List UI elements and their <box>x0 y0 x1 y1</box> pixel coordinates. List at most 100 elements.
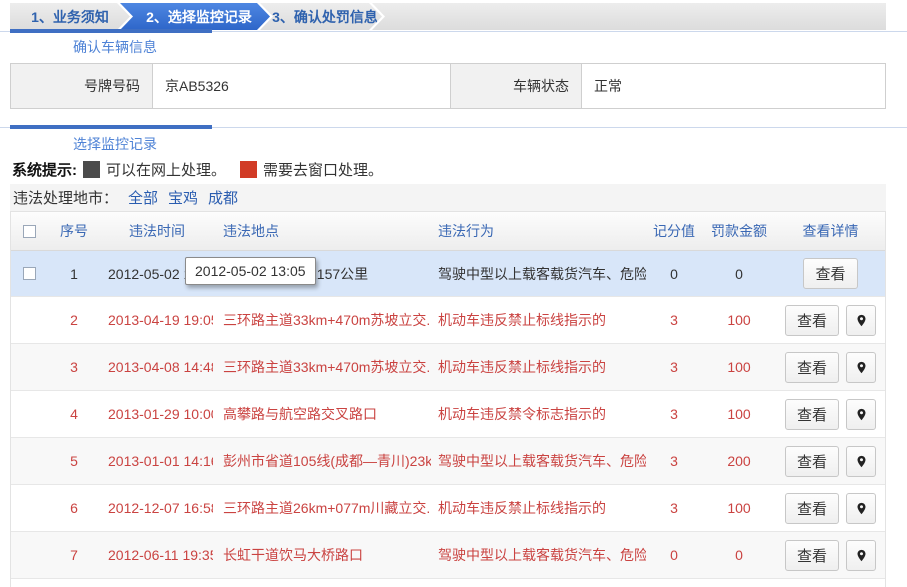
location-pin-button[interactable] <box>846 493 876 524</box>
step-strip-filler <box>372 3 886 30</box>
header-violation-behavior: 违法行为 <box>431 221 646 241</box>
row-violation-time: 2013-01-29 10:00 <box>101 406 213 422</box>
header-serial: 序号 <box>47 221 101 241</box>
row-violation-behavior: 机动车违反禁止标线指示的 <box>431 310 646 330</box>
view-button[interactable]: 查看 <box>785 540 839 571</box>
location-pin-icon <box>855 359 868 376</box>
header-violation-location: 违法地点 <box>213 221 431 241</box>
row-violation-location: 高攀路与航空路交叉路口 <box>213 404 431 424</box>
row-actions-cell: 查看 <box>776 399 885 430</box>
row-points: 3 <box>646 359 702 375</box>
legend-online: 可以在网上处理。 <box>83 159 226 180</box>
row-fine-amount: 100 <box>702 406 776 422</box>
row-actions-cell: 查看 <box>776 305 885 336</box>
row-violation-behavior: 机动车违反禁令标志指示的 <box>431 404 646 424</box>
location-pin-icon <box>855 406 868 423</box>
view-button[interactable]: 查看 <box>803 258 857 289</box>
location-pin-button[interactable] <box>846 352 876 383</box>
row-fine-amount: 100 <box>702 500 776 516</box>
city-filter-option-1[interactable]: 全部 <box>128 190 158 207</box>
row-points: 3 <box>646 406 702 422</box>
table-header-row: 序号违法时间违法地点违法行为记分值罚款金额查看详情 <box>11 212 885 251</box>
online-color-swatch <box>83 161 100 178</box>
view-button[interactable]: 查看 <box>785 305 839 336</box>
row-violation-location: 长虹干道饮马大桥路口 <box>213 545 431 565</box>
table-row[interactable]: 42013-01-29 10:00高攀路与航空路交叉路口机动车违反禁令标志指示的… <box>11 391 885 438</box>
row-violation-location: 三环路主道26km+077m川藏立交... <box>213 498 431 518</box>
header-fine-amount: 罚款金额 <box>702 221 776 241</box>
row-actions-cell: 查看 <box>776 493 885 524</box>
tab-step-1-notice[interactable]: 1、业务须知 <box>10 3 130 30</box>
view-button[interactable]: 查看 <box>785 446 839 477</box>
view-button[interactable]: 查看 <box>785 399 839 430</box>
row-violation-time: 2013-04-08 14:48 <box>101 359 213 375</box>
city-filter-option-3[interactable]: 成都 <box>208 190 238 207</box>
tab-step-3-confirm-penalty[interactable]: 3、确认处罚信息 <box>260 3 382 30</box>
window-color-swatch <box>240 161 257 178</box>
row-points: 3 <box>646 312 702 328</box>
table-row[interactable]: 62012-12-07 16:58三环路主道26km+077m川藏立交...机动… <box>11 485 885 532</box>
row-violation-time: 2012-06-11 19:35 <box>101 547 213 563</box>
tab-step-1-label: 1、业务须知 <box>31 7 109 27</box>
row-serial: 5 <box>47 453 101 469</box>
row-checkbox-cell <box>11 267 47 280</box>
row-points: 3 <box>646 453 702 469</box>
row-violation-behavior: 机动车违反禁止标线指示的 <box>431 498 646 518</box>
header-view-details: 查看详情 <box>776 221 885 241</box>
row-fine-amount: 0 <box>702 547 776 563</box>
row-violation-time: 2013-01-01 14:16 <box>101 453 213 469</box>
city-filter-option-2[interactable]: 宝鸡 <box>168 190 198 207</box>
row-actions-cell: 查看 <box>776 540 885 571</box>
row-violation-behavior: 驾驶中型以上载客载货汽车、危险... <box>431 545 646 565</box>
row-violation-time: 2013-04-19 19:05 <box>101 312 213 328</box>
row-violation-behavior: 驾驶中型以上载客载货汽车、危险... <box>431 264 646 284</box>
row-points: 0 <box>646 266 702 282</box>
active-step-underline <box>10 29 212 33</box>
row-fine-amount: 100 <box>702 359 776 375</box>
row-serial: 2 <box>47 312 101 328</box>
header-violation-time: 违法时间 <box>101 221 213 241</box>
row-violation-location: 三环路主道33km+470m苏坡立交... <box>213 310 431 330</box>
city-filter-links: 全部宝鸡成都 <box>118 187 238 208</box>
location-pin-icon <box>855 312 868 329</box>
row-serial: 7 <box>47 547 101 563</box>
city-filter-label: 违法处理地市： <box>13 187 118 208</box>
location-pin-button[interactable] <box>846 399 876 430</box>
row-serial: 6 <box>47 500 101 516</box>
header-checkbox-cell <box>11 225 47 238</box>
plate-number-value: 京AB5326 <box>153 64 451 108</box>
row-checkbox[interactable] <box>23 267 36 280</box>
location-pin-icon <box>855 453 868 470</box>
row-violation-behavior: 机动车违反禁止标线指示的 <box>431 357 646 377</box>
tab-step-2-select-records[interactable]: 2、选择监控记录 <box>120 3 270 30</box>
view-button[interactable]: 查看 <box>785 493 839 524</box>
violation-records-table: 序号违法时间违法地点违法行为记分值罚款金额查看详情12012-05-02 121… <box>10 211 886 587</box>
table-row[interactable]: 22013-04-19 19:05三环路主道33km+470m苏坡立交...机动… <box>11 297 885 344</box>
row-points: 0 <box>646 547 702 563</box>
location-pin-button[interactable] <box>846 540 876 571</box>
location-pin-button[interactable] <box>846 446 876 477</box>
legend-window: 需要去窗口处理。 <box>240 159 383 180</box>
time-tooltip: 2012-05-02 13:05 <box>185 257 316 285</box>
row-serial: 3 <box>47 359 101 375</box>
row-fine-amount: 200 <box>702 453 776 469</box>
vehicle-panel-title: 确认车辆信息 <box>73 37 157 57</box>
records-panel-title: 选择监控记录 <box>73 134 157 154</box>
row-violation-location: 彭州市省道105线(成都—青川)23k... <box>213 451 431 471</box>
row-points: 3 <box>646 500 702 516</box>
row-fine-amount: 0 <box>702 266 776 282</box>
tab-step-2-label: 2、选择监控记录 <box>146 7 252 27</box>
table-row[interactable]: 12012-05-02 12157公里驾驶中型以上载客载货汽车、危险...00查… <box>11 251 885 297</box>
system-tip: 系统提示: 可以在网上处理。 需要去窗口处理。 <box>12 159 397 180</box>
row-violation-location: 三环路主道33km+470m苏坡立交... <box>213 357 431 377</box>
plate-number-label: 号牌号码 <box>11 64 153 108</box>
select-all-checkbox[interactable] <box>23 225 36 238</box>
location-pin-button[interactable] <box>846 305 876 336</box>
table-row[interactable]: 查看 <box>11 579 885 587</box>
row-actions-cell: 查看 <box>776 258 885 289</box>
view-button[interactable]: 查看 <box>785 352 839 383</box>
row-serial: 1 <box>47 266 101 282</box>
table-row[interactable]: 72012-06-11 19:35长虹干道饮马大桥路口驾驶中型以上载客载货汽车、… <box>11 532 885 579</box>
table-row[interactable]: 52013-01-01 14:16彭州市省道105线(成都—青川)23k...驾… <box>11 438 885 485</box>
table-row[interactable]: 32013-04-08 14:48三环路主道33km+470m苏坡立交...机动… <box>11 344 885 391</box>
